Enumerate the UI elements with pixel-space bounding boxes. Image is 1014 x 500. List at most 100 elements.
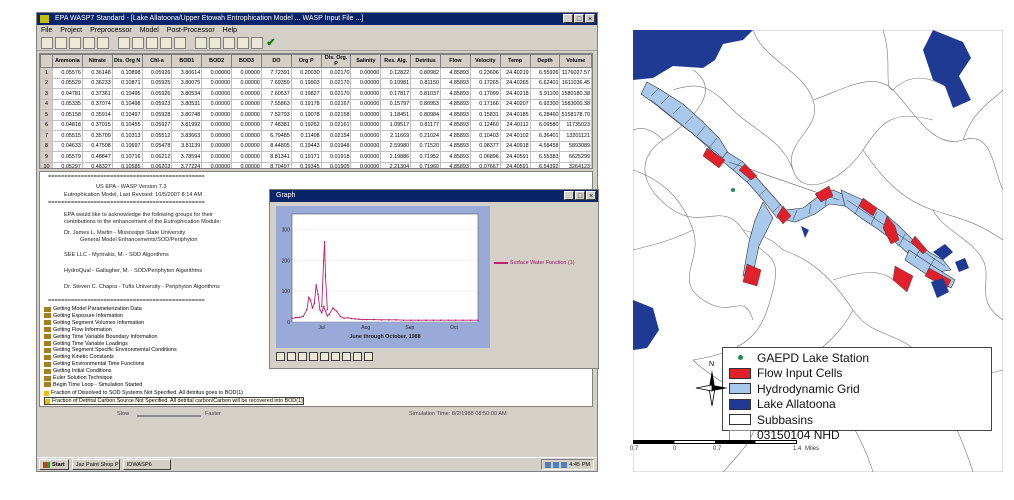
- copy-icon[interactable]: [132, 37, 144, 49]
- table-cell[interactable]: 5.91100: [529, 88, 561, 100]
- table-cell[interactable]: 0.10981: [380, 77, 412, 89]
- table-cell[interactable]: 3.77224: [171, 161, 203, 168]
- row-number[interactable]: 3: [40, 88, 53, 100]
- table-cell[interactable]: 3.78594: [171, 151, 203, 163]
- table-cell[interactable]: 8.70497: [260, 161, 292, 168]
- table-cell[interactable]: 0.10585: [111, 161, 143, 168]
- table-cell[interactable]: 6.92300: [529, 98, 561, 110]
- table-cell[interactable]: 0.02167: [320, 98, 352, 110]
- table-cell[interactable]: 0.12822: [380, 67, 412, 79]
- table-cell[interactable]: 0.04818: [51, 119, 83, 131]
- table-cell[interactable]: 0.48327: [81, 161, 113, 168]
- table-cell[interactable]: 0.71960: [410, 161, 442, 168]
- table-cell[interactable]: 0.00000: [201, 161, 233, 168]
- close-icon[interactable]: ×: [585, 14, 595, 23]
- table-cell[interactable]: 0.80953: [410, 98, 442, 110]
- table-cell[interactable]: 24.40591: [499, 151, 531, 163]
- zoom-in-icon[interactable]: [276, 352, 285, 361]
- table-cell[interactable]: 11735023: [559, 119, 592, 131]
- table-cell[interactable]: 0.19078: [290, 109, 322, 121]
- table-cell[interactable]: 0.05927: [141, 119, 173, 131]
- menu-file[interactable]: File: [41, 25, 52, 36]
- pan-icon[interactable]: [298, 352, 307, 361]
- tray-app-icon[interactable]: [561, 461, 568, 468]
- row-number[interactable]: 10: [40, 161, 53, 168]
- table-cell[interactable]: 24.40102: [499, 130, 531, 142]
- table-cell[interactable]: 3.81139: [171, 140, 203, 152]
- table-cell[interactable]: 0.02158: [320, 109, 352, 121]
- speed-slider[interactable]: [137, 415, 201, 417]
- table-cell[interactable]: 0.19171: [290, 151, 322, 163]
- table-cell[interactable]: 0.10497: [111, 109, 143, 121]
- column-header[interactable]: Chl-a: [141, 54, 173, 68]
- table-cell[interactable]: 24.40219: [499, 67, 531, 79]
- column-header[interactable]: Salinity: [350, 54, 382, 68]
- reset-icon[interactable]: [364, 352, 373, 361]
- table-cell[interactable]: 5158178.70: [559, 109, 592, 121]
- table-cell[interactable]: 0.17166: [469, 98, 501, 110]
- table-cell[interactable]: 0.71952: [410, 151, 442, 163]
- table-cell[interactable]: 24.40185: [499, 109, 531, 121]
- table-cell[interactable]: 0.05579: [51, 151, 83, 163]
- table-cell[interactable]: 0.05928: [141, 109, 173, 121]
- table-cell[interactable]: 6.09580: [529, 119, 561, 131]
- table-row[interactable]: 10 0.05297 0.48327 0.10585 0.06203 3.77224 0.0…: [40, 161, 592, 168]
- table-cell[interactable]: 2.21304: [380, 161, 412, 168]
- table-cell[interactable]: 0.06896: [469, 151, 501, 163]
- kinetics-icon[interactable]: [195, 37, 207, 49]
- table-cell[interactable]: 4.85893: [440, 161, 471, 168]
- table-cell[interactable]: 4.85893: [440, 119, 471, 131]
- column-header[interactable]: DO: [260, 54, 292, 68]
- table-cell[interactable]: 0.05529: [51, 77, 83, 89]
- column-header[interactable]: Dis. Org. P: [320, 54, 352, 68]
- table-cell[interactable]: 0.02170: [320, 88, 352, 100]
- table-cell[interactable]: 0.05158: [51, 109, 83, 121]
- table-cell[interactable]: 0.00000: [201, 98, 233, 110]
- tray-network-icon[interactable]: [545, 461, 552, 468]
- table-cell[interactable]: 0.10455: [111, 119, 143, 131]
- save-icon[interactable]: [69, 37, 81, 49]
- table-cell[interactable]: 1.09517: [380, 119, 412, 131]
- table-cell[interactable]: 6.54392: [529, 161, 561, 168]
- table-cell[interactable]: 0.00000: [350, 130, 382, 142]
- table-cell[interactable]: 3.81992: [171, 119, 203, 131]
- table-row[interactable]: 7 0.05515 0.35709 0.10313 0.05512 3.83663 0.00…: [40, 130, 592, 142]
- table-cell[interactable]: 0.17817: [380, 88, 412, 100]
- table-cell[interactable]: 1611036.45: [559, 77, 592, 89]
- table-cell[interactable]: 13201121: [559, 130, 592, 142]
- table-cell[interactable]: 4.85893: [440, 130, 471, 142]
- table-cell[interactable]: 0.17265: [469, 77, 501, 89]
- menu-project[interactable]: Project: [60, 25, 82, 36]
- table-cell[interactable]: 7.72391: [260, 67, 292, 79]
- table-cell[interactable]: 24.40207: [499, 98, 531, 110]
- table-cell[interactable]: 0.04781: [51, 88, 83, 100]
- table-cell[interactable]: 3.80531: [171, 98, 203, 110]
- table-cell[interactable]: 0.08377: [469, 140, 501, 152]
- print-icon[interactable]: [97, 37, 109, 49]
- menu-post-processor[interactable]: Post-Processor: [167, 25, 215, 36]
- menu-help[interactable]: Help: [223, 25, 237, 36]
- table-cell[interactable]: 0.00000: [231, 130, 262, 142]
- table-cell[interactable]: 0.19262: [290, 119, 322, 131]
- table-cell[interactable]: 0.11408: [290, 130, 322, 142]
- table-cell[interactable]: 0.05478: [141, 140, 173, 152]
- column-header[interactable]: Ammonia: [51, 54, 83, 68]
- graph-window[interactable]: Graph _ □ × 0 100 200 300 Jul Aug Sep Oct June t…: [269, 189, 599, 369]
- column-header[interactable]: Dis. Org N: [111, 54, 143, 68]
- table-cell[interactable]: 0.35709: [81, 130, 113, 142]
- table-cell[interactable]: 0.05926: [141, 67, 173, 79]
- table-cell[interactable]: 24.40112: [499, 119, 531, 131]
- column-header[interactable]: Velocity: [469, 54, 501, 68]
- table-cell[interactable]: 4.85893: [440, 140, 471, 152]
- table-cell[interactable]: 0.00000: [350, 67, 382, 79]
- column-header[interactable]: Depth: [529, 54, 561, 68]
- table-cell[interactable]: 0.00000: [350, 109, 382, 121]
- table-cell[interactable]: 6.55926: [529, 67, 561, 79]
- check-icon[interactable]: ✔: [265, 37, 277, 49]
- graph-close-icon[interactable]: ×: [586, 191, 596, 200]
- table-row[interactable]: 9 0.05579 0.48847 0.10716 0.06212 3.78594 0.00…: [40, 151, 592, 163]
- table-cell[interactable]: 0.71520: [410, 140, 442, 152]
- table-cell[interactable]: 0.02161: [320, 119, 352, 131]
- table-row[interactable]: 3 0.04781 0.37361 0.10495 0.05926 3.80534 0.00…: [40, 88, 592, 100]
- table-cell[interactable]: 7.52793: [260, 109, 292, 121]
